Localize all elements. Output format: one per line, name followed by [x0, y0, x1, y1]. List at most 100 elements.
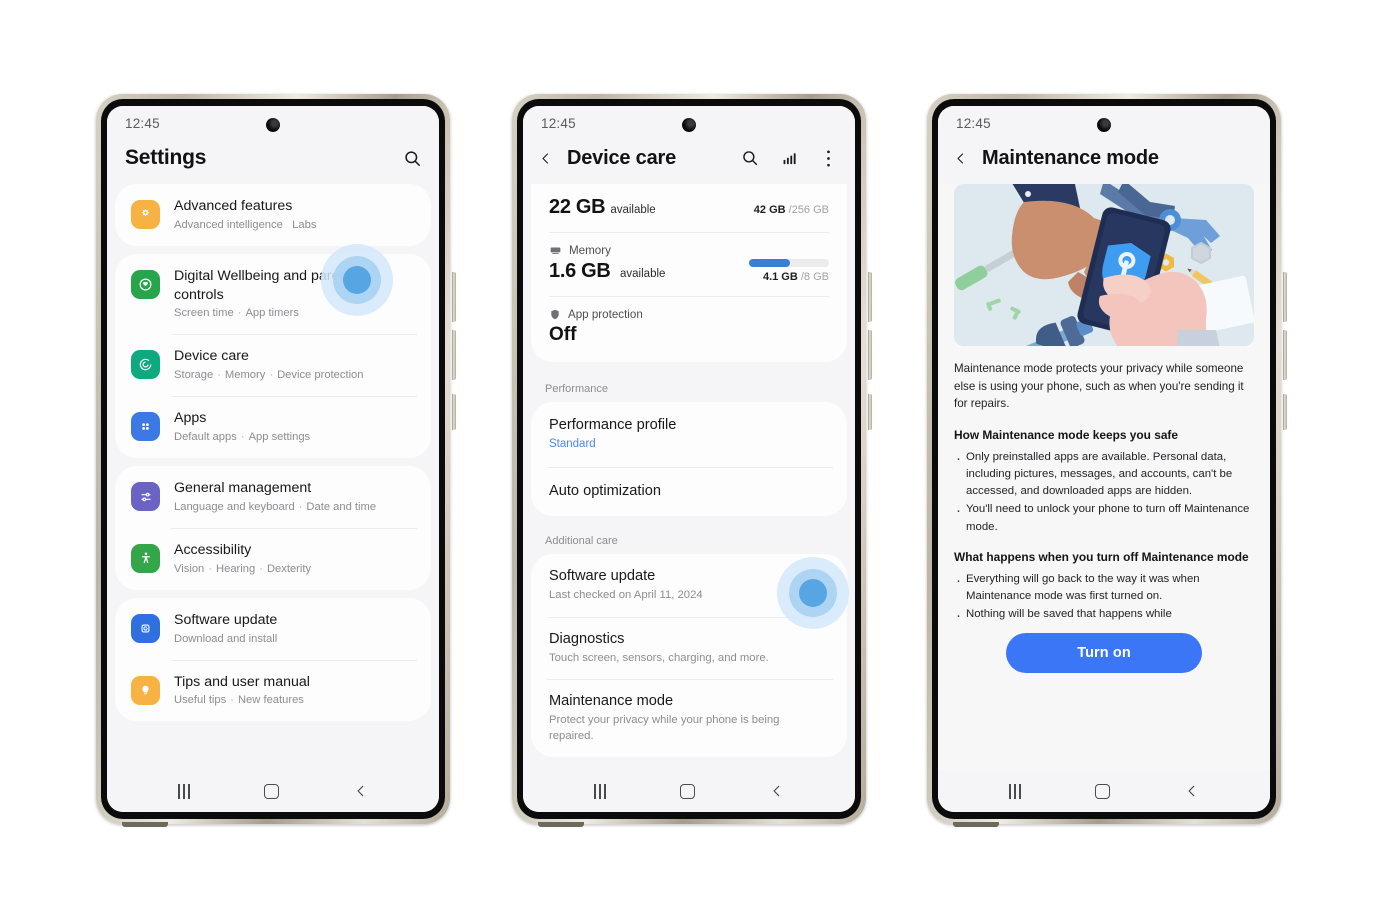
volume-up-button[interactable] — [1283, 272, 1287, 322]
intro-paragraph: Maintenance mode protects your privacy w… — [954, 362, 1244, 411]
row-title: Tips and user manual — [174, 673, 310, 690]
back-chevron-icon[interactable] — [535, 146, 557, 170]
memory-row[interactable]: Memory 1.6 GB available 4.1 GB /8 GB — [531, 232, 847, 296]
device-status-card: 22 GB available 42 GB /256 GB Memory 1.6… — [531, 184, 847, 362]
volume-down-button[interactable] — [1283, 330, 1287, 380]
performance-group: Performance profile Standard Auto optimi… — [531, 402, 847, 517]
row-title: Diagnostics — [549, 630, 625, 647]
volume-up-button[interactable] — [868, 272, 872, 322]
front-camera-punch-hole — [266, 118, 280, 132]
row-subtitle: Language and keyboard · Date and time — [174, 500, 377, 513]
row-title: General management — [174, 480, 312, 497]
front-camera-punch-hole — [682, 118, 696, 132]
settings-group: Digital Wellbeing and parental controls … — [115, 243, 431, 459]
navigation-bar — [107, 770, 439, 812]
device-care-list[interactable]: 22 GB available 42 GB /256 GB Memory 1.6… — [523, 184, 855, 770]
recents-icon[interactable] — [594, 783, 606, 799]
sidebar-item-accessibility[interactable]: Accessibility Vision · Hearing · Dexterity — [115, 527, 431, 590]
settings-group: General management Language and keyboard… — [115, 466, 431, 590]
row-subtitle: Advanced intelligence Labs — [174, 218, 317, 231]
digital-wellbeing-icon — [131, 269, 160, 299]
app-protection-row[interactable]: App protection Off — [531, 296, 847, 362]
home-icon[interactable] — [264, 783, 280, 799]
accessibility-icon — [131, 543, 160, 573]
tips-icon — [131, 675, 160, 705]
storage-available-label: available — [610, 204, 656, 216]
screenshot-stage: 12:45 Settings Advanced features Advance… — [0, 0, 1377, 918]
row-subtitle: Standard — [549, 438, 596, 451]
section1-bullets: Only preinstalled apps are available. Pe… — [954, 448, 1254, 536]
sidebar-item-advanced-features[interactable]: Advanced features Advanced intelligence … — [115, 184, 431, 246]
memory-usage-bar-fill — [749, 259, 790, 267]
back-icon[interactable] — [354, 783, 368, 799]
settings-header: Settings — [107, 140, 439, 184]
volume-up-button[interactable] — [452, 272, 456, 322]
volume-down-button[interactable] — [868, 330, 872, 380]
storage-row[interactable]: 22 GB available 42 GB /256 GB — [531, 184, 847, 232]
sidebar-item-software-update[interactable]: Software update Download and install — [115, 598, 431, 660]
list-item: Nothing will be saved that happens while — [954, 605, 1254, 628]
device-care-header: Device care — [523, 140, 855, 184]
status-bar: 12:45 — [938, 106, 1270, 140]
storage-used: 42 GB — [753, 204, 786, 216]
sidebar-item-tips[interactable]: Tips and user manual Useful tips · New fea… — [115, 659, 431, 722]
overflow-menu-icon[interactable] — [817, 147, 839, 169]
recents-icon[interactable] — [178, 783, 190, 799]
search-icon[interactable] — [401, 147, 423, 169]
navigation-bar — [938, 770, 1270, 812]
section2-bullets: Everything will go back to the way it wa… — [954, 570, 1254, 628]
sidebar-item-apps[interactable]: Apps Default apps · App settings — [115, 396, 431, 458]
chart-icon[interactable] — [778, 147, 800, 169]
apps-icon — [131, 412, 160, 442]
row-title: Accessibility — [174, 541, 252, 558]
memory-available-value: 1.6 GB — [549, 260, 611, 282]
memory-used: 4.1 GB — [762, 271, 798, 283]
page-title: Device care — [567, 146, 677, 169]
search-icon[interactable] — [739, 147, 761, 169]
power-button[interactable] — [452, 394, 456, 430]
row-subtitle: Storage · Memory · Device protection — [174, 369, 364, 382]
section2-heading: What happens when you turn off Maintenan… — [954, 549, 1249, 564]
section-label-additional-care: Additional care — [545, 535, 618, 548]
home-icon[interactable] — [1095, 783, 1111, 799]
front-camera-punch-hole — [1097, 118, 1111, 132]
maintenance-mode-content[interactable]: Maintenance mode protects your privacy w… — [938, 184, 1270, 770]
shield-icon — [551, 309, 559, 320]
volume-down-button[interactable] — [452, 330, 456, 380]
section-label-performance: Performance — [545, 383, 608, 395]
sidebar-item-device-care[interactable]: Device care Storage · Memory · Device protec… — [115, 334, 431, 396]
phone-settings: 12:45 Settings Advanced features Advance… — [96, 94, 456, 827]
list-item: Only preinstalled apps are available. Pe… — [954, 448, 1254, 500]
recents-icon[interactable] — [1009, 783, 1021, 799]
power-button[interactable] — [868, 394, 872, 430]
list-item: Everything will go back to the way it wa… — [954, 570, 1254, 605]
home-icon[interactable] — [680, 783, 696, 799]
status-clock: 12:45 — [541, 115, 576, 131]
phone-device-care: 12:45 Device care 22 GB available 42 GB … — [512, 94, 872, 827]
phone-maintenance-mode: 12:45 Maintenance mode Maintenance mode … — [927, 94, 1287, 827]
back-chevron-icon[interactable] — [950, 146, 972, 170]
software-update-icon — [131, 613, 160, 643]
additional-care-group: Software update Last checked on April 11… — [531, 554, 849, 757]
page-title: Maintenance mode — [982, 146, 1159, 169]
memory-usage-bar — [749, 259, 829, 267]
status-clock: 12:45 — [125, 115, 160, 131]
row-title: Performance profile — [549, 417, 677, 433]
storage-available-value: 22 GB — [549, 196, 606, 218]
touch-indicator-maintenance-mode — [777, 557, 849, 630]
row-auto-optimization[interactable]: Auto optimization — [531, 466, 847, 516]
row-performance-profile[interactable]: Performance profile Standard — [531, 402, 847, 467]
memory-total: /8 GB — [800, 271, 829, 283]
power-button[interactable] — [1283, 394, 1287, 430]
back-icon[interactable] — [1185, 783, 1199, 799]
turn-on-button[interactable]: Turn on — [1006, 633, 1202, 674]
maintenance-illustration — [954, 184, 1254, 346]
row-title: Maintenance mode — [549, 693, 674, 710]
sidebar-item-general-management[interactable]: General management Language and keyboard… — [115, 466, 431, 528]
storage-total: /256 GB — [788, 204, 829, 216]
back-icon[interactable] — [770, 783, 784, 799]
status-clock: 12:45 — [956, 115, 991, 131]
list-item: You'll need to unlock your phone to turn… — [954, 500, 1254, 535]
row-maintenance-mode[interactable]: Maintenance mode Protect your privacy wh… — [531, 679, 847, 757]
settings-list[interactable]: Advanced features Advanced intelligence … — [107, 184, 439, 770]
